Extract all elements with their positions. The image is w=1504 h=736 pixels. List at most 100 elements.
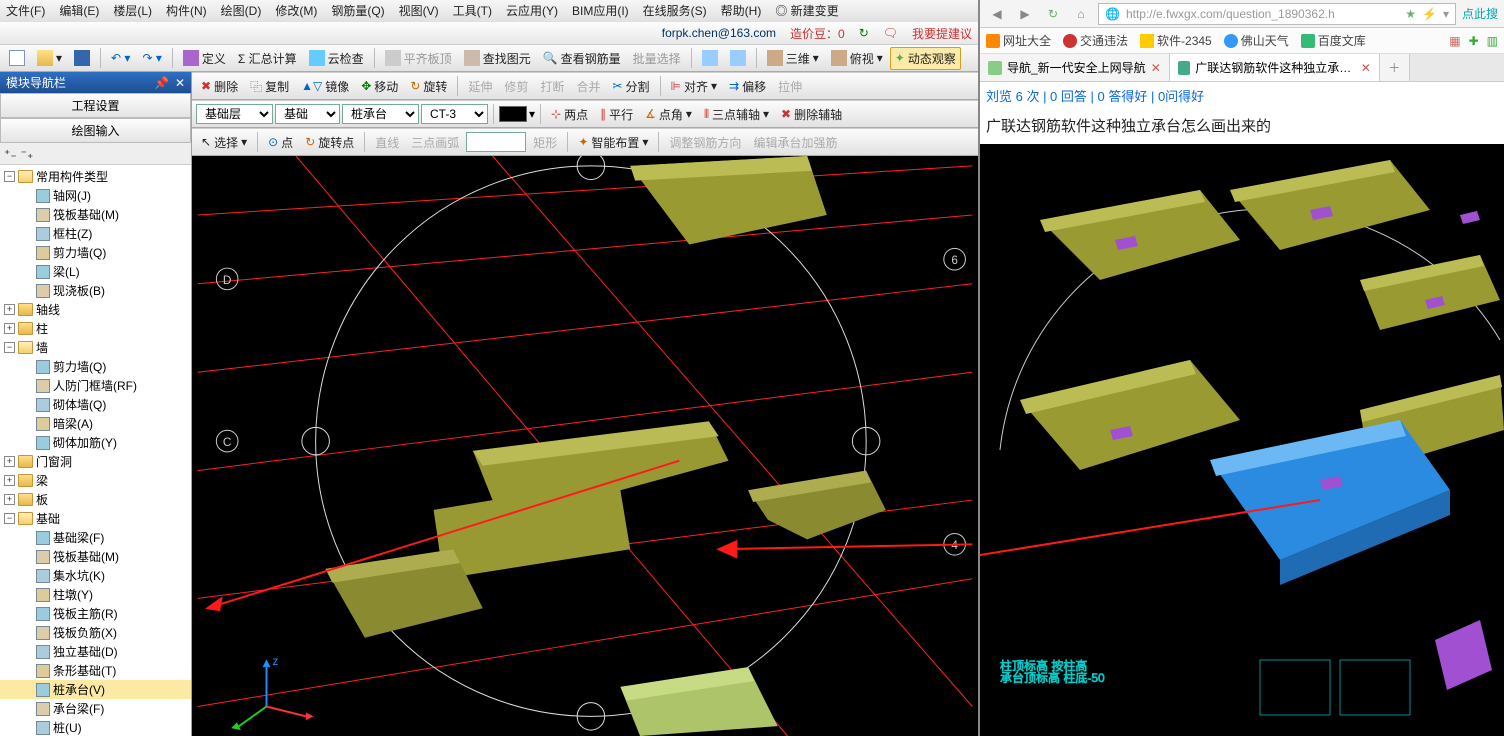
gridvis1-button[interactable] <box>697 47 723 69</box>
tree-item[interactable]: 筏板基础(M) <box>53 206 119 223</box>
grid-icon[interactable]: ▦ <box>1449 34 1460 48</box>
menu-rebar[interactable]: 钢筋量(Q) <box>331 2 384 20</box>
undo-button[interactable]: ↶ ▾ <box>106 48 135 68</box>
bm-soft[interactable]: 软件-2345 <box>1140 32 1212 49</box>
cloudcheck-button[interactable]: 云检查 <box>304 47 369 70</box>
rotatepoint-button[interactable]: ↻旋转点 <box>300 131 359 154</box>
tree-item[interactable]: 筏板负筋(X) <box>53 624 117 641</box>
3d-button[interactable]: 三维▾ <box>762 47 824 70</box>
feedback-link[interactable]: 我要提建议 <box>912 25 972 42</box>
forward-button[interactable]: ▶ <box>1014 3 1036 25</box>
menu-modify[interactable]: 修改(M) <box>275 2 317 20</box>
batchselect-button[interactable]: 批量选择 <box>628 47 686 70</box>
refresh-icon[interactable]: ↻ <box>859 26 869 40</box>
menu-help[interactable]: 帮助(H) <box>721 2 762 20</box>
tab-nav[interactable]: 导航_新一代安全上网导航✕ <box>980 54 1170 81</box>
search-hint[interactable]: 点此搜 <box>1462 5 1498 22</box>
new-tab-button[interactable]: ＋ <box>1380 54 1410 81</box>
menu-bim[interactable]: BIM应用(I) <box>572 2 629 20</box>
dynamicview-button[interactable]: ✦动态观察 <box>890 47 961 70</box>
menu-view[interactable]: 视图(V) <box>399 2 439 20</box>
menu-component[interactable]: 构件(N) <box>166 2 207 20</box>
reload-button[interactable]: ↻ <box>1042 3 1064 25</box>
3d-viewport[interactable]: D C 6 4 <box>192 156 978 736</box>
dropdown-icon[interactable]: ▾ <box>1443 7 1449 21</box>
alignslab-button[interactable]: 平齐板顶 <box>380 47 457 70</box>
tree-item[interactable]: 轴线 <box>36 301 60 318</box>
menu-draw[interactable]: 绘图(D) <box>221 2 262 20</box>
tree-item[interactable]: 桩(U) <box>53 719 82 736</box>
close-tab-icon[interactable]: ✕ <box>1361 61 1371 75</box>
exp-icon[interactable]: + <box>4 475 15 486</box>
component-select[interactable]: 桩承台 <box>342 104 419 124</box>
category-select[interactable]: 基础 <box>275 104 340 124</box>
tree-item[interactable]: 门窗洞 <box>36 453 72 470</box>
align-button[interactable]: ⊫对齐▾ <box>666 75 723 98</box>
offset-button[interactable]: ⇉偏移 <box>724 75 771 98</box>
tree-item[interactable]: 筏板基础(M) <box>53 548 119 565</box>
expand-icon[interactable]: ⁺₋ <box>4 147 17 161</box>
save-button[interactable] <box>69 47 95 69</box>
adjustrebar-button[interactable]: 调整钢筋方向 <box>664 131 746 154</box>
exp-icon[interactable]: + <box>4 323 15 334</box>
stretch-button[interactable]: 拉伸 <box>773 75 807 98</box>
collapse-icon[interactable]: ⁻₊ <box>21 147 34 161</box>
tree-item[interactable]: 独立基础(D) <box>53 643 118 660</box>
bm-weather[interactable]: 佛山天气 <box>1224 32 1289 49</box>
threeaux-button[interactable]: ⫴三点辅轴▾ <box>699 103 774 126</box>
lightning-icon[interactable]: ⚡ <box>1422 7 1437 21</box>
rect-button[interactable]: 矩形 <box>528 131 562 154</box>
menu-edit[interactable]: 编辑(E) <box>59 2 99 20</box>
redo-button[interactable]: ↷ ▾ <box>137 48 166 68</box>
tree-item[interactable]: 剪力墙(Q) <box>53 358 106 375</box>
smartplace-button[interactable]: ✦智能布置▾ <box>573 131 653 154</box>
editcap-button[interactable]: 编辑承台加强筋 <box>748 131 842 154</box>
move-button[interactable]: ✥移动 <box>356 75 403 98</box>
menu-tool[interactable]: 工具(T) <box>453 2 492 20</box>
exp-icon[interactable]: − <box>4 342 15 353</box>
line-button[interactable]: 直线 <box>370 131 404 154</box>
tree-item[interactable]: 框柱(Z) <box>53 225 92 242</box>
type-select[interactable]: CT-3 <box>421 104 488 124</box>
delete-button[interactable]: ✖删除 <box>196 75 243 98</box>
arc-button[interactable]: 三点画弧 <box>406 131 464 154</box>
exp-icon[interactable]: + <box>4 456 15 467</box>
define-button[interactable]: 定义 <box>178 47 231 70</box>
tree-item[interactable]: 砌体加筋(Y) <box>53 434 117 451</box>
bm-wenku[interactable]: 百度文库 <box>1301 32 1366 49</box>
exp-icon[interactable]: + <box>4 304 15 315</box>
tree-item[interactable]: 柱墩(Y) <box>53 586 93 603</box>
tree-item[interactable]: 梁(L) <box>53 263 80 280</box>
point-button[interactable]: ⊙点 <box>263 131 298 154</box>
address-bar[interactable]: 🌐 http://e.fwxgx.com/question_1890362.h … <box>1098 3 1456 25</box>
plus-bm-icon[interactable]: ✚ <box>1469 34 1479 48</box>
perspective-button[interactable]: 俯视▾ <box>826 47 888 70</box>
rotate-button[interactable]: ↻旋转 <box>405 75 452 98</box>
tab-draw-input[interactable]: 绘图输入 <box>0 118 191 143</box>
component-tree[interactable]: −常用构件类型 轴网(J) 筏板基础(M) 框柱(Z) 剪力墙(Q) 梁(L) … <box>0 165 191 736</box>
tree-item[interactable]: 砌体墙(Q) <box>53 396 106 413</box>
menu-newchange[interactable]: ◎ 新建变更 <box>775 2 838 20</box>
menu-online[interactable]: 在线服务(S) <box>643 2 707 20</box>
exp-icon[interactable]: − <box>4 513 15 524</box>
tree-item[interactable]: 集水坑(K) <box>53 567 105 584</box>
split-button[interactable]: ✂分割 <box>607 75 654 98</box>
tree-item[interactable]: 剪力墙(Q) <box>53 244 106 261</box>
extend-button[interactable]: 延伸 <box>463 75 497 98</box>
bm-traffic[interactable]: 交通违法 <box>1063 32 1128 49</box>
mirror-button[interactable]: ▲▽镜像 <box>296 75 354 98</box>
tree-item[interactable]: 墙 <box>36 339 48 356</box>
tree-item[interactable]: 基础 <box>36 510 60 527</box>
exp-icon[interactable]: − <box>4 171 15 182</box>
value-input[interactable] <box>466 132 526 152</box>
menu-file[interactable]: 文件(F) <box>6 2 45 20</box>
viewrebar-button[interactable]: 🔍查看钢筋量 <box>538 47 626 70</box>
menu-floor[interactable]: 楼层(L) <box>113 2 152 20</box>
parallel-button[interactable]: ∥平行 <box>595 103 638 126</box>
tree-item-pilecap[interactable]: 桩承台(V) <box>53 681 105 698</box>
select-button[interactable]: ↖选择▾ <box>196 131 252 154</box>
tree-item[interactable]: 现浇板(B) <box>53 282 105 299</box>
floor-select[interactable]: 基础层 <box>196 104 273 124</box>
tree-item[interactable]: 柱 <box>36 320 48 337</box>
tree-item[interactable]: 梁 <box>36 472 48 489</box>
